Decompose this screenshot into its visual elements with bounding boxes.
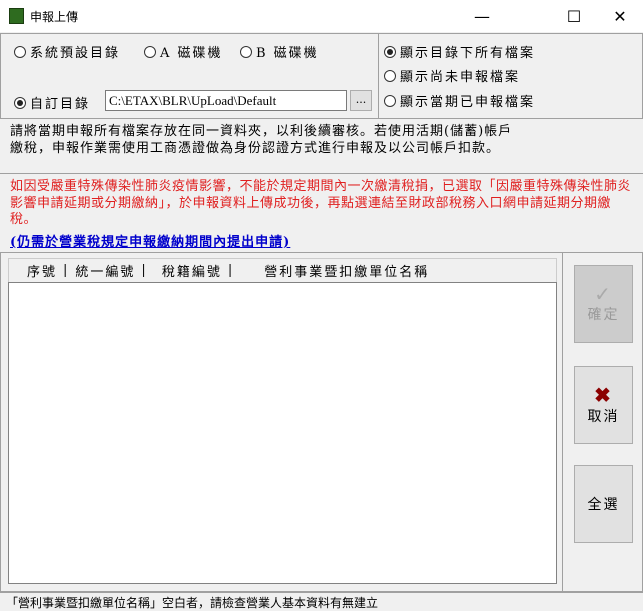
- maximize-button[interactable]: ☐: [551, 0, 597, 32]
- close-button[interactable]: ✕: [597, 0, 643, 32]
- col-seq[interactable]: 序號: [9, 261, 63, 280]
- x-icon: ✖: [594, 383, 613, 407]
- status-bar: 「營利事業暨扣繳單位名稱」空白者，請檢查營業人基本資料有無建立: [0, 592, 643, 610]
- radio-drive-b[interactable]: B 磁碟機: [240, 42, 319, 61]
- radio-show-all[interactable]: 顯示目錄下所有檔案: [384, 42, 535, 61]
- col-company-name[interactable]: 營利事業暨扣繳單位名稱: [234, 261, 435, 280]
- title-bar: 申報上傳 — ☐ ✕: [0, 0, 643, 32]
- list-header: 序號 | 統一編號 | 稅籍編號 | 營利事業暨扣繳單位名稱: [8, 258, 557, 282]
- notice-text: 如因受嚴重特殊傳染性肺炎疫情影響，不能於規定期間內一次繳清稅捐，已選取「因嚴重特…: [10, 179, 632, 227]
- path-input[interactable]: C:\ETAX\BLR\UpLoad\Default: [105, 90, 347, 111]
- radio-show-unfiled[interactable]: 顯示尚未申報檔案: [384, 66, 520, 85]
- col-unified-id[interactable]: 統一編號: [69, 261, 141, 280]
- file-list[interactable]: [8, 282, 557, 584]
- divider: [0, 173, 643, 174]
- browse-button[interactable]: ...: [350, 90, 372, 111]
- radio-drive-a[interactable]: A 磁碟機: [144, 42, 223, 61]
- radio-default-dir[interactable]: 系統預設目錄: [14, 42, 120, 61]
- col-tax-id[interactable]: 稅籍編號: [148, 261, 228, 280]
- deferral-link[interactable]: (仍需於營業稅規定申報繳納期間內提出申請): [10, 231, 290, 250]
- minimize-button[interactable]: —: [459, 0, 505, 32]
- cancel-button[interactable]: ✖ 取消: [574, 366, 633, 444]
- radio-custom-dir[interactable]: 自訂目錄: [14, 93, 90, 112]
- window-title: 申報上傳: [30, 10, 79, 24]
- check-icon: ✓: [594, 282, 613, 306]
- divider: [378, 33, 379, 119]
- confirm-button[interactable]: ✓ 確定: [574, 265, 633, 343]
- app-icon: [9, 8, 24, 24]
- info-text: 請將當期申報所有檔案存放在同一資料夾，以利後續審核。若使用活期(儲蓄)帳戶 繳稅，…: [10, 124, 513, 156]
- radio-show-filed[interactable]: 顯示當期已申報檔案: [384, 91, 535, 110]
- select-all-button[interactable]: 全選: [574, 465, 633, 543]
